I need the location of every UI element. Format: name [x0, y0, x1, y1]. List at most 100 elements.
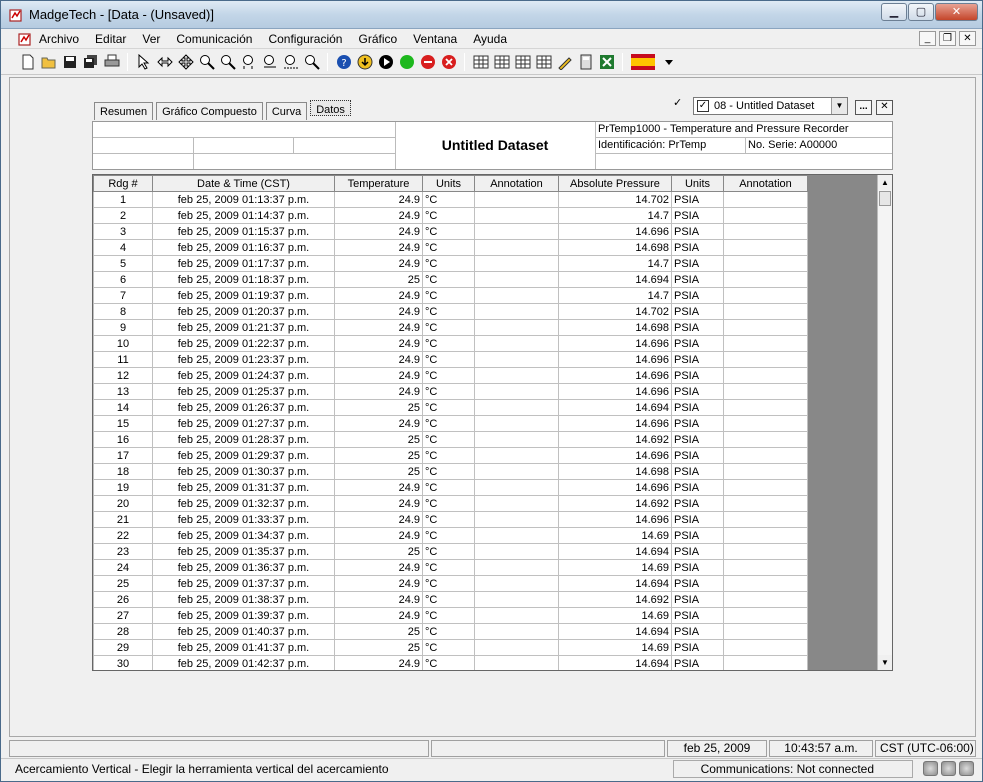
table-cell[interactable]: PSIA — [671, 639, 724, 656]
table-row[interactable]: 2 feb 25, 2009 01:14:37 p.m. 24.9 °C 14.7 PSI… — [93, 207, 808, 224]
table-cell[interactable]: 25 — [334, 463, 423, 480]
show-dataset-checkbox[interactable]: ✓ — [673, 98, 685, 110]
table-cell[interactable]: 24.9 — [334, 591, 423, 608]
table-cell[interactable]: °C — [422, 431, 475, 448]
table-cell[interactable]: 24.9 — [334, 207, 423, 224]
table-cell[interactable]: 23 — [93, 543, 153, 560]
table-cell[interactable] — [474, 303, 559, 320]
print-icon[interactable] — [101, 52, 122, 71]
table-cell[interactable] — [474, 575, 559, 592]
table-cell[interactable]: feb 25, 2009 01:21:37 p.m. — [152, 319, 335, 336]
table-cell[interactable]: 14.696 — [558, 447, 672, 464]
column-header[interactable]: Units — [671, 175, 724, 192]
table-cell[interactable] — [723, 415, 808, 432]
table-cell[interactable]: PSIA — [671, 287, 724, 304]
table-cell[interactable]: °C — [422, 239, 475, 256]
table-cell[interactable]: 14.694 — [558, 623, 672, 640]
table-cell[interactable]: 24.9 — [334, 303, 423, 320]
table-cell[interactable]: °C — [422, 559, 475, 576]
table-cell[interactable]: °C — [422, 543, 475, 560]
table-cell[interactable]: PSIA — [671, 255, 724, 272]
table-cell[interactable]: PSIA — [671, 335, 724, 352]
menu-item-7[interactable]: Ayuda — [473, 32, 507, 46]
table-cell[interactable]: 2 — [93, 207, 153, 224]
mdi-close-button[interactable]: ✕ — [959, 31, 976, 46]
device-status-icon[interactable] — [941, 761, 956, 776]
table-row[interactable]: 17 feb 25, 2009 01:29:37 p.m. 25 °C 14.696 PS… — [93, 447, 808, 464]
table-cell[interactable]: 17 — [93, 447, 153, 464]
table-cell[interactable]: feb 25, 2009 01:18:37 p.m. — [152, 271, 335, 288]
table-cell[interactable]: 14.694 — [558, 543, 672, 560]
table-cell[interactable]: 1 — [93, 191, 153, 208]
table-cell[interactable]: 24.9 — [334, 559, 423, 576]
table-row[interactable]: 16 feb 25, 2009 01:28:37 p.m. 25 °C 14.692 PS… — [93, 431, 808, 448]
menu-item-3[interactable]: Comunicación — [176, 32, 252, 46]
table-cell[interactable] — [474, 639, 559, 656]
table-cell[interactable]: 18 — [93, 463, 153, 480]
zoom-area-icon[interactable] — [280, 52, 301, 71]
table-row[interactable]: 26 feb 25, 2009 01:38:37 p.m. 24.9 °C 14.692… — [93, 591, 808, 608]
table-cell[interactable]: °C — [422, 639, 475, 656]
table-cell[interactable]: 14.69 — [558, 607, 672, 624]
table-cell[interactable]: feb 25, 2009 01:31:37 p.m. — [152, 479, 335, 496]
new-file-icon[interactable] — [17, 52, 38, 71]
column-header[interactable]: Rdg # — [93, 175, 153, 192]
table-cell[interactable]: 24.9 — [334, 575, 423, 592]
table-cell[interactable]: 22 — [93, 527, 153, 544]
table-cell[interactable]: 3 — [93, 223, 153, 240]
table-cell[interactable]: 9 — [93, 319, 153, 336]
table-cell[interactable]: °C — [422, 447, 475, 464]
table-cell[interactable]: PSIA — [671, 207, 724, 224]
table-cell[interactable]: °C — [422, 303, 475, 320]
table-cell[interactable] — [723, 399, 808, 416]
table-cell[interactable] — [723, 527, 808, 544]
table-row[interactable]: 4 feb 25, 2009 01:16:37 p.m. 24.9 °C 14.698 P… — [93, 239, 808, 256]
table-cell[interactable]: 12 — [93, 367, 153, 384]
calculator-icon[interactable] — [575, 52, 596, 71]
table-cell[interactable]: 25 — [334, 623, 423, 640]
menu-item-1[interactable]: Editar — [95, 32, 126, 46]
tab-resumen[interactable]: Resumen — [94, 102, 154, 120]
table-cell[interactable]: PSIA — [671, 447, 724, 464]
table-cell[interactable]: °C — [422, 511, 475, 528]
table-cell[interactable]: °C — [422, 623, 475, 640]
table-cell[interactable] — [474, 447, 559, 464]
table-cell[interactable]: 14.698 — [558, 239, 672, 256]
table-cell[interactable]: feb 25, 2009 01:29:37 p.m. — [152, 447, 335, 464]
table-cell[interactable] — [474, 655, 559, 670]
table-cell[interactable] — [474, 431, 559, 448]
table-cell[interactable]: 24.9 — [334, 367, 423, 384]
channel-grid-icon[interactable] — [533, 52, 554, 71]
table-cell[interactable] — [723, 271, 808, 288]
table-row[interactable]: 13 feb 25, 2009 01:25:37 p.m. 24.9 °C 14.696… — [93, 383, 808, 400]
table-cell[interactable] — [723, 575, 808, 592]
table-cell[interactable]: 14.702 — [558, 191, 672, 208]
table-cell[interactable] — [723, 319, 808, 336]
table-cell[interactable] — [723, 191, 808, 208]
table-row[interactable]: 19 feb 25, 2009 01:31:37 p.m. 24.9 °C 14.696… — [93, 479, 808, 496]
annotation-pen-icon[interactable] — [554, 52, 575, 71]
table-cell[interactable]: 24.9 — [334, 351, 423, 368]
table-cell[interactable]: °C — [422, 415, 475, 432]
table-cell[interactable]: feb 25, 2009 01:39:37 p.m. — [152, 607, 335, 624]
table-cell[interactable]: 14.696 — [558, 351, 672, 368]
table-row[interactable]: 24 feb 25, 2009 01:36:37 p.m. 24.9 °C 14.69 P… — [93, 559, 808, 576]
table-row[interactable]: 14 feb 25, 2009 01:26:37 p.m. 25 °C 14.694 PS… — [93, 399, 808, 416]
table-cell[interactable] — [723, 511, 808, 528]
table-cell[interactable] — [723, 367, 808, 384]
table-cell[interactable] — [474, 271, 559, 288]
table-row[interactable]: 27 feb 25, 2009 01:39:37 p.m. 24.9 °C 14.69 P… — [93, 607, 808, 624]
table-cell[interactable]: feb 25, 2009 01:23:37 p.m. — [152, 351, 335, 368]
table-cell[interactable]: 24.9 — [334, 479, 423, 496]
table-cell[interactable]: feb 25, 2009 01:27:37 p.m. — [152, 415, 335, 432]
table-cell[interactable]: °C — [422, 495, 475, 512]
table-cell[interactable]: 24.9 — [334, 415, 423, 432]
table-cell[interactable]: °C — [422, 207, 475, 224]
table-cell[interactable]: 14.696 — [558, 367, 672, 384]
menu-item-2[interactable]: Ver — [142, 32, 160, 46]
table-cell[interactable] — [474, 335, 559, 352]
table-cell[interactable] — [474, 559, 559, 576]
zoom-in-icon[interactable] — [196, 52, 217, 71]
table-cell[interactable]: 19 — [93, 479, 153, 496]
table-cell[interactable]: 10 — [93, 335, 153, 352]
